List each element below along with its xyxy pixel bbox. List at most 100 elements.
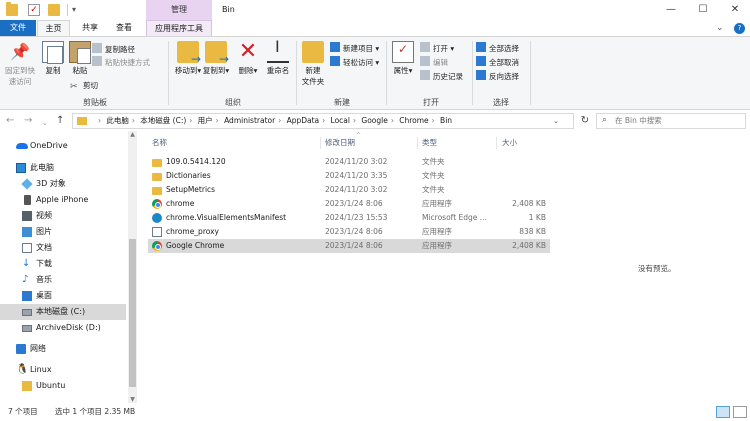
copy-button[interactable]: 复制 [40,41,66,76]
file-row[interactable]: chrome_proxy 2023/1/24 8:06 应用程序 838 KB [148,225,550,239]
breadcrumb-separator[interactable]: › [216,116,219,125]
large-icons-view-icon[interactable] [733,406,747,418]
phone-icon [24,195,31,205]
nav-item-3d-objects[interactable]: 3D 对象 [0,176,126,192]
breadcrumb-item[interactable]: Administrator [224,116,275,125]
breadcrumb-separator[interactable]: › [278,116,281,125]
column-header-size[interactable]: 大小 [502,135,517,151]
nav-item-pictures[interactable]: 图片 [0,224,126,240]
breadcrumb-separator[interactable]: › [322,116,325,125]
copy-to-button[interactable]: 复制到▾ [202,41,230,76]
refresh-icon[interactable]: ↻ [578,113,592,129]
select-none-label: 全部取消 [489,58,519,67]
paste-button[interactable]: 粘贴 [68,41,92,76]
tab-file[interactable]: 文件 [0,20,36,36]
edit-button[interactable]: 编辑 [420,56,448,69]
pin-quick-access-button[interactable]: 📌 固定到快 速访问 [2,41,38,87]
copy-path-button[interactable]: 复制路径 [92,43,135,56]
select-all-button[interactable]: 全部选择 [476,42,519,55]
easy-access-button[interactable]: 轻松访问 ▾ [330,56,379,69]
breadcrumb-item[interactable]: 本地磁盘 (C:) [140,116,186,125]
file-row[interactable]: Dictionaries 2024/11/20 3:35 文件夹 [148,169,550,183]
customize-quick-access-icon[interactable]: ▾ [72,5,76,14]
scroll-up-icon[interactable]: ▲ [128,131,137,138]
forward-arrow-icon[interactable]: → [24,114,32,128]
help-icon[interactable]: ? [734,23,745,34]
file-name: Dictionaries [166,171,211,180]
breadcrumb-item[interactable]: 此电脑 [106,116,129,125]
search-box[interactable]: ⌕ 在 Bin 中搜索 [596,113,746,129]
delete-button[interactable]: ✕ 删除▾ [236,41,260,76]
new-item-button[interactable]: 新建项目 ▾ [330,42,379,55]
nav-item-videos[interactable]: 视频 [0,208,126,224]
breadcrumb-item[interactable]: AppData [287,116,320,125]
properties-button[interactable]: 属性▾ [390,41,416,76]
cut-button[interactable]: ✂ 剪切 [70,80,98,92]
address-dropdown-icon[interactable]: ⌄ [553,114,559,128]
column-separator[interactable] [417,137,418,149]
rename-button[interactable]: 重命名 [264,41,292,76]
file-size: 2,408 KB [512,199,546,208]
nav-item-music[interactable]: ♪ 音乐 [0,272,126,288]
folder-icon[interactable] [6,2,18,16]
file-row[interactable]: 109.0.5414.120 2024/11/20 3:02 文件夹 [148,155,550,169]
nav-item-downloads[interactable]: ↓ 下载 [0,256,126,272]
new-folder-button[interactable]: 新建 文件夹 [298,41,328,87]
tab-view[interactable]: 查看 [108,20,140,36]
nav-item-documents[interactable]: 文档 [0,240,126,256]
new-item-label: 新建项目 [343,44,373,53]
recent-locations-icon[interactable]: ⌄ [42,116,48,130]
scroll-down-icon[interactable]: ▼ [128,396,137,403]
column-header-type[interactable]: 类型 [422,135,437,151]
nav-item-network[interactable]: 网络 [0,341,126,357]
move-to-button[interactable]: 移动到▾ [174,41,202,76]
breadcrumb-item[interactable]: Local [331,116,350,125]
nav-item-local-disk-c[interactable]: 本地磁盘 (C:) [0,304,126,320]
invert-selection-button[interactable]: 反向选择 [476,70,519,83]
breadcrumb-separator[interactable]: › [432,116,435,125]
tab-home[interactable]: 主页 [37,20,70,36]
nav-item-onedrive[interactable]: OneDrive [0,138,126,154]
nav-item-this-pc[interactable]: 此电脑 [0,160,126,176]
navigation-bar: ← → ⌄ ↑ › 此电脑 › 本地磁盘 (C:) › 用户 › Administra… [0,111,750,131]
column-header-name[interactable]: 名称 [152,135,167,151]
breadcrumb-item[interactable]: Chrome [399,116,428,125]
select-none-button[interactable]: 全部取消 [476,56,519,69]
column-separator[interactable] [320,137,321,149]
breadcrumb-separator[interactable]: › [189,116,192,125]
breadcrumb-separator[interactable]: › [132,116,135,125]
file-row[interactable]: chrome 2023/1/24 8:06 应用程序 2,408 KB [148,197,550,211]
file-row[interactable]: SetupMetrics 2024/11/20 3:02 文件夹 [148,183,550,197]
paste-shortcut-button[interactable]: 粘贴快捷方式 [92,56,150,69]
column-header-date[interactable]: 修改日期 [325,135,355,151]
tab-share[interactable]: 共享 [74,20,106,36]
minimize-button[interactable]: — [656,0,686,20]
breadcrumb-item[interactable]: Google [361,116,387,125]
open-button[interactable]: 打开 ▾ [420,42,454,55]
breadcrumb-separator[interactable]: › [353,116,356,125]
nav-item-apple-iphone[interactable]: Apple iPhone [0,192,126,208]
up-arrow-icon[interactable]: ↑ [56,114,64,128]
address-bar[interactable]: › 此电脑 › 本地磁盘 (C:) › 用户 › Administrator › App… [72,113,574,129]
maximize-button[interactable]: ☐ [688,0,718,20]
nav-item-archive-disk-d[interactable]: ArchiveDisk (D:) [0,320,126,336]
new-folder-quick-access-icon[interactable] [48,4,60,16]
file-row[interactable]: chrome.VisualElementsManifest 2024/1/23 … [148,211,550,225]
history-button[interactable]: 历史记录 [420,70,463,83]
scrollbar-thumb[interactable] [129,239,136,387]
tab-app-tools[interactable]: 应用程序工具 [146,20,212,36]
collapse-ribbon-icon[interactable]: ⌄ [716,23,724,33]
breadcrumb-item[interactable]: Bin [440,116,452,125]
nav-item-linux[interactable]: 🐧 Linux [0,362,126,378]
nav-item-ubuntu[interactable]: Ubuntu [0,378,126,394]
file-row[interactable]: Google Chrome 2023/1/24 8:06 应用程序 2,408 … [148,239,550,253]
back-arrow-icon[interactable]: ← [6,114,14,128]
column-separator[interactable] [496,137,497,149]
nav-scrollbar[interactable]: ▲ ▼ [128,131,137,403]
nav-item-desktop[interactable]: 桌面 [0,288,126,304]
breadcrumb-item[interactable]: 用户 [198,116,213,125]
details-view-icon[interactable] [716,406,730,418]
close-button[interactable]: ✕ [720,0,750,20]
properties-quick-access-icon[interactable]: ✓ [28,4,40,16]
breadcrumb-separator[interactable]: › [391,116,394,125]
